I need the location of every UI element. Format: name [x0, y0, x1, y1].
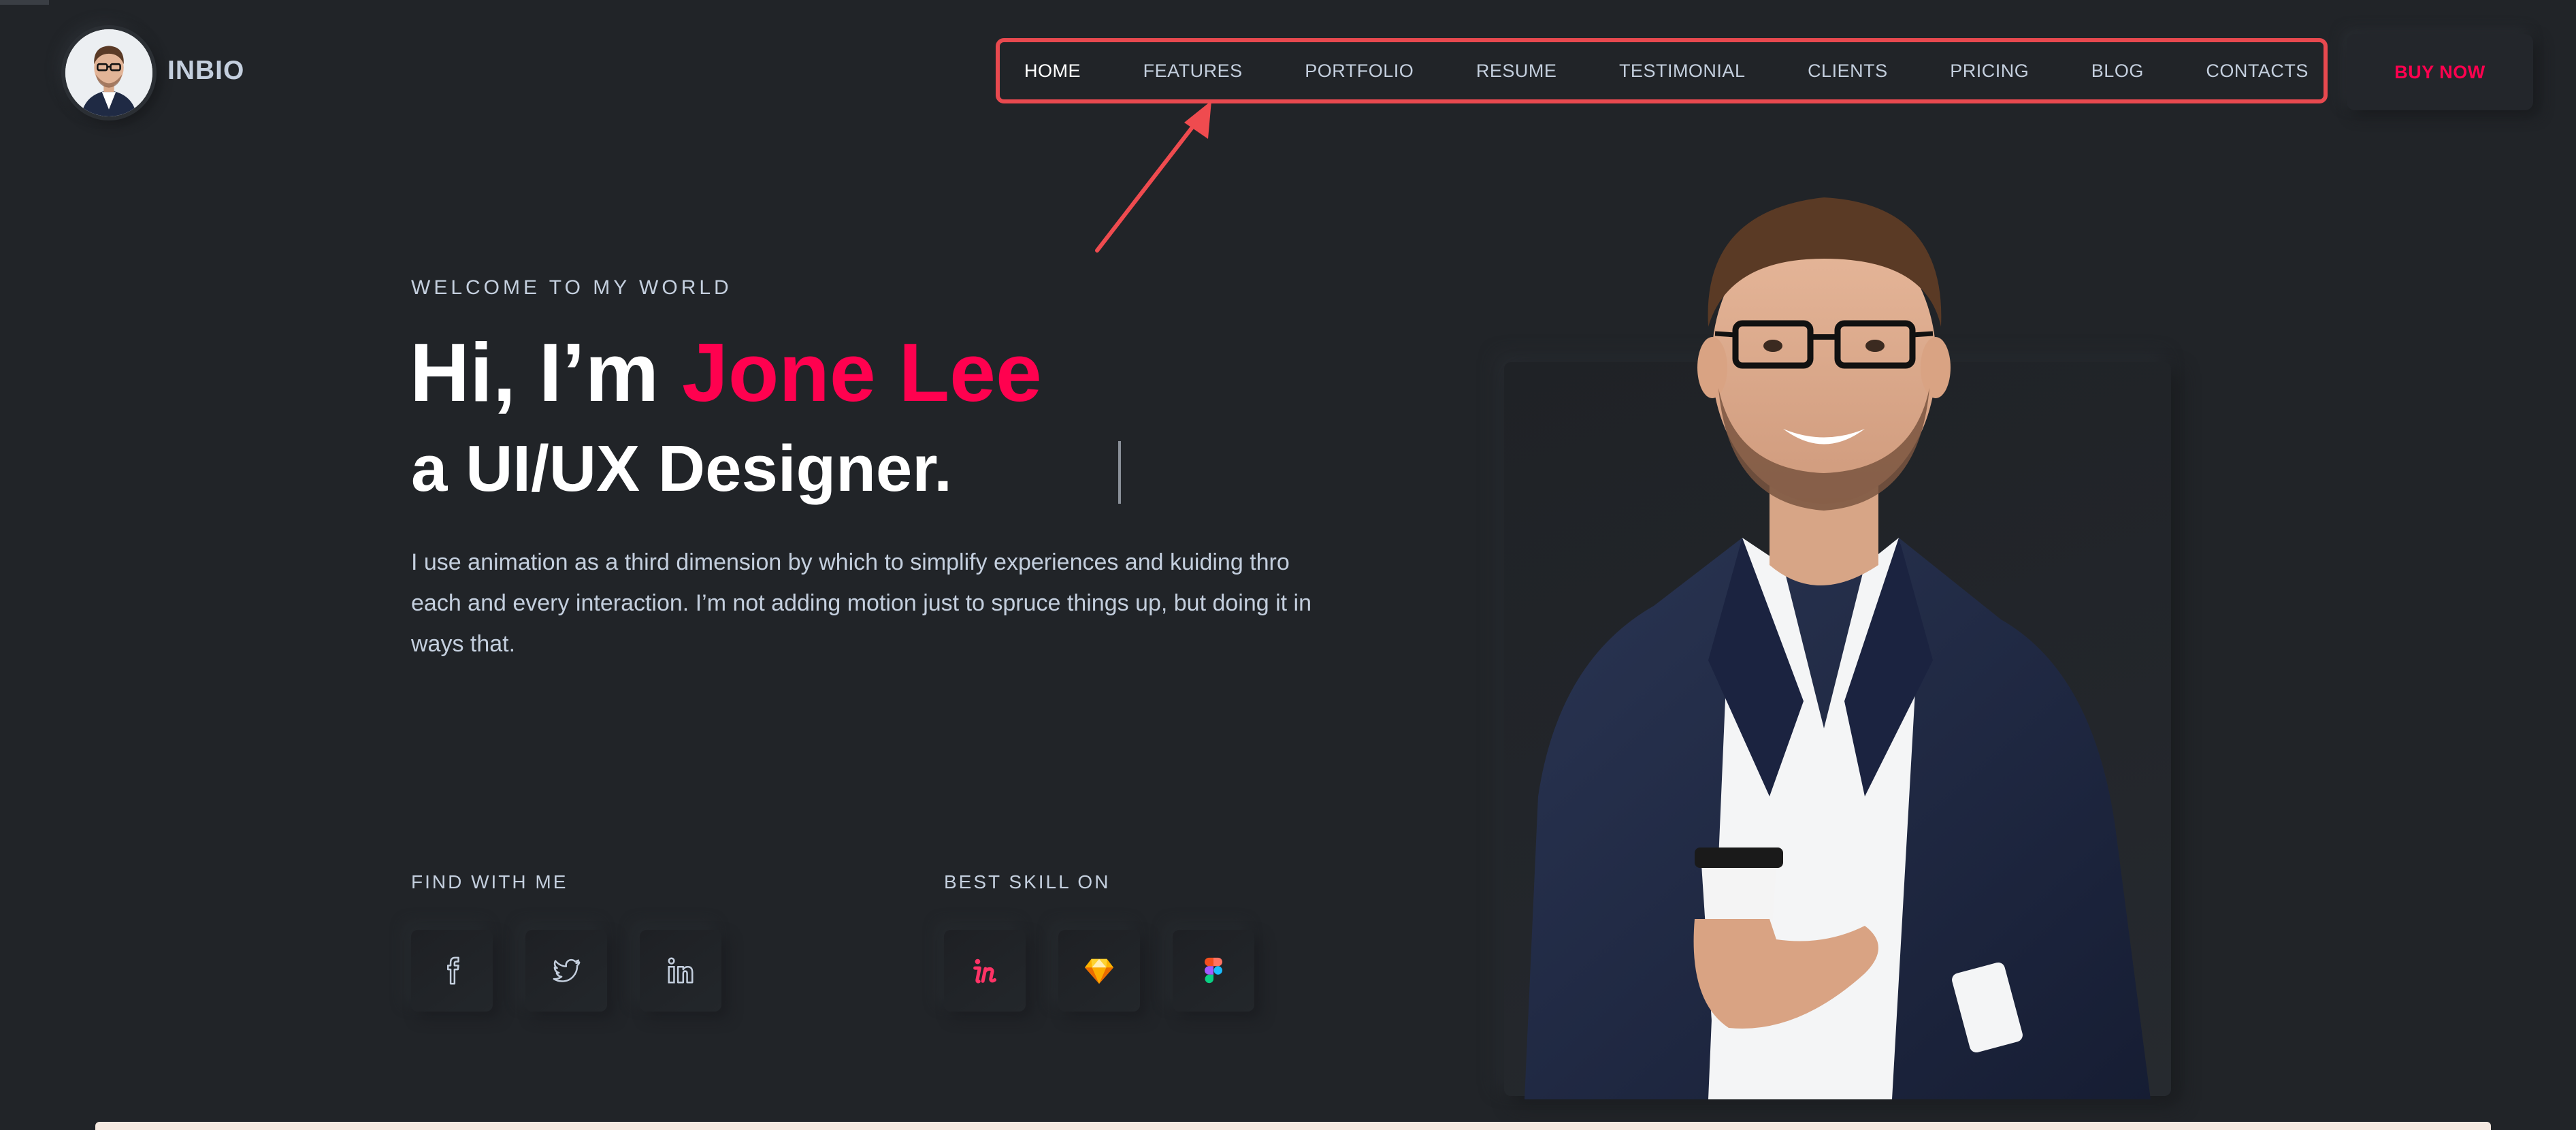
- welcome-text: WELCOME TO MY WORLD: [411, 276, 732, 299]
- avatar-portrait-icon: [65, 29, 152, 116]
- facebook-button[interactable]: [411, 930, 493, 1012]
- next-section-edge: [95, 1122, 2491, 1130]
- main-nav: HOME FEATURES PORTFOLIO RESUME TESTIMONI…: [996, 38, 2328, 103]
- nav-item-features[interactable]: FEATURES: [1143, 61, 1243, 82]
- nav-item-pricing[interactable]: PRICING: [1950, 61, 2029, 82]
- twitter-icon: [553, 958, 581, 982]
- nav-item-contacts[interactable]: CONTACTS: [2206, 61, 2309, 82]
- typing-cursor: [1118, 441, 1121, 504]
- buy-now-button[interactable]: BUY NOW: [2347, 34, 2533, 110]
- nav-item-home[interactable]: HOME: [1024, 61, 1081, 82]
- nav-item-testimonial[interactable]: TESTIMONIAL: [1619, 61, 1746, 82]
- figma-icon: [1205, 957, 1222, 984]
- nav-item-clients[interactable]: CLIENTS: [1808, 61, 1888, 82]
- hero-description: I use animation as a third dimension by …: [411, 549, 1312, 657]
- hero-portrait-image: [1525, 197, 2151, 1099]
- twitter-button[interactable]: [525, 930, 607, 1012]
- best-skill-label: BEST SKILL ON: [944, 871, 1111, 892]
- sketch-icon: [1084, 958, 1114, 984]
- logo-avatar[interactable]: [61, 25, 157, 120]
- brand-name[interactable]: INBIO: [167, 56, 244, 86]
- hero-greeting: Hi, I’m: [410, 326, 682, 419]
- hero-role: a UI/UX Designer.: [411, 432, 952, 505]
- nav-item-blog[interactable]: BLOG: [2091, 61, 2144, 82]
- nav-item-resume[interactable]: RESUME: [1476, 61, 1557, 82]
- linkedin-button[interactable]: [640, 930, 721, 1012]
- annotation-arrow-icon: [1095, 101, 1211, 253]
- facebook-icon: [447, 956, 459, 985]
- find-with-me-label: FIND WITH ME: [411, 871, 568, 892]
- site-header: INBIO HOME FEATURES PORTFOLIO RESUME TES…: [0, 0, 2576, 150]
- nav-item-portfolio[interactable]: PORTFOLIO: [1305, 61, 1414, 82]
- hero-title: Hi, I’m Jone Lee: [410, 327, 1042, 418]
- hero-name: Jone Lee: [681, 326, 1042, 419]
- figma-button[interactable]: [1173, 930, 1254, 1012]
- invision-icon: [973, 958, 997, 984]
- invision-button[interactable]: [944, 930, 1026, 1012]
- linkedin-icon: [668, 957, 694, 984]
- sketch-button[interactable]: [1058, 930, 1140, 1012]
